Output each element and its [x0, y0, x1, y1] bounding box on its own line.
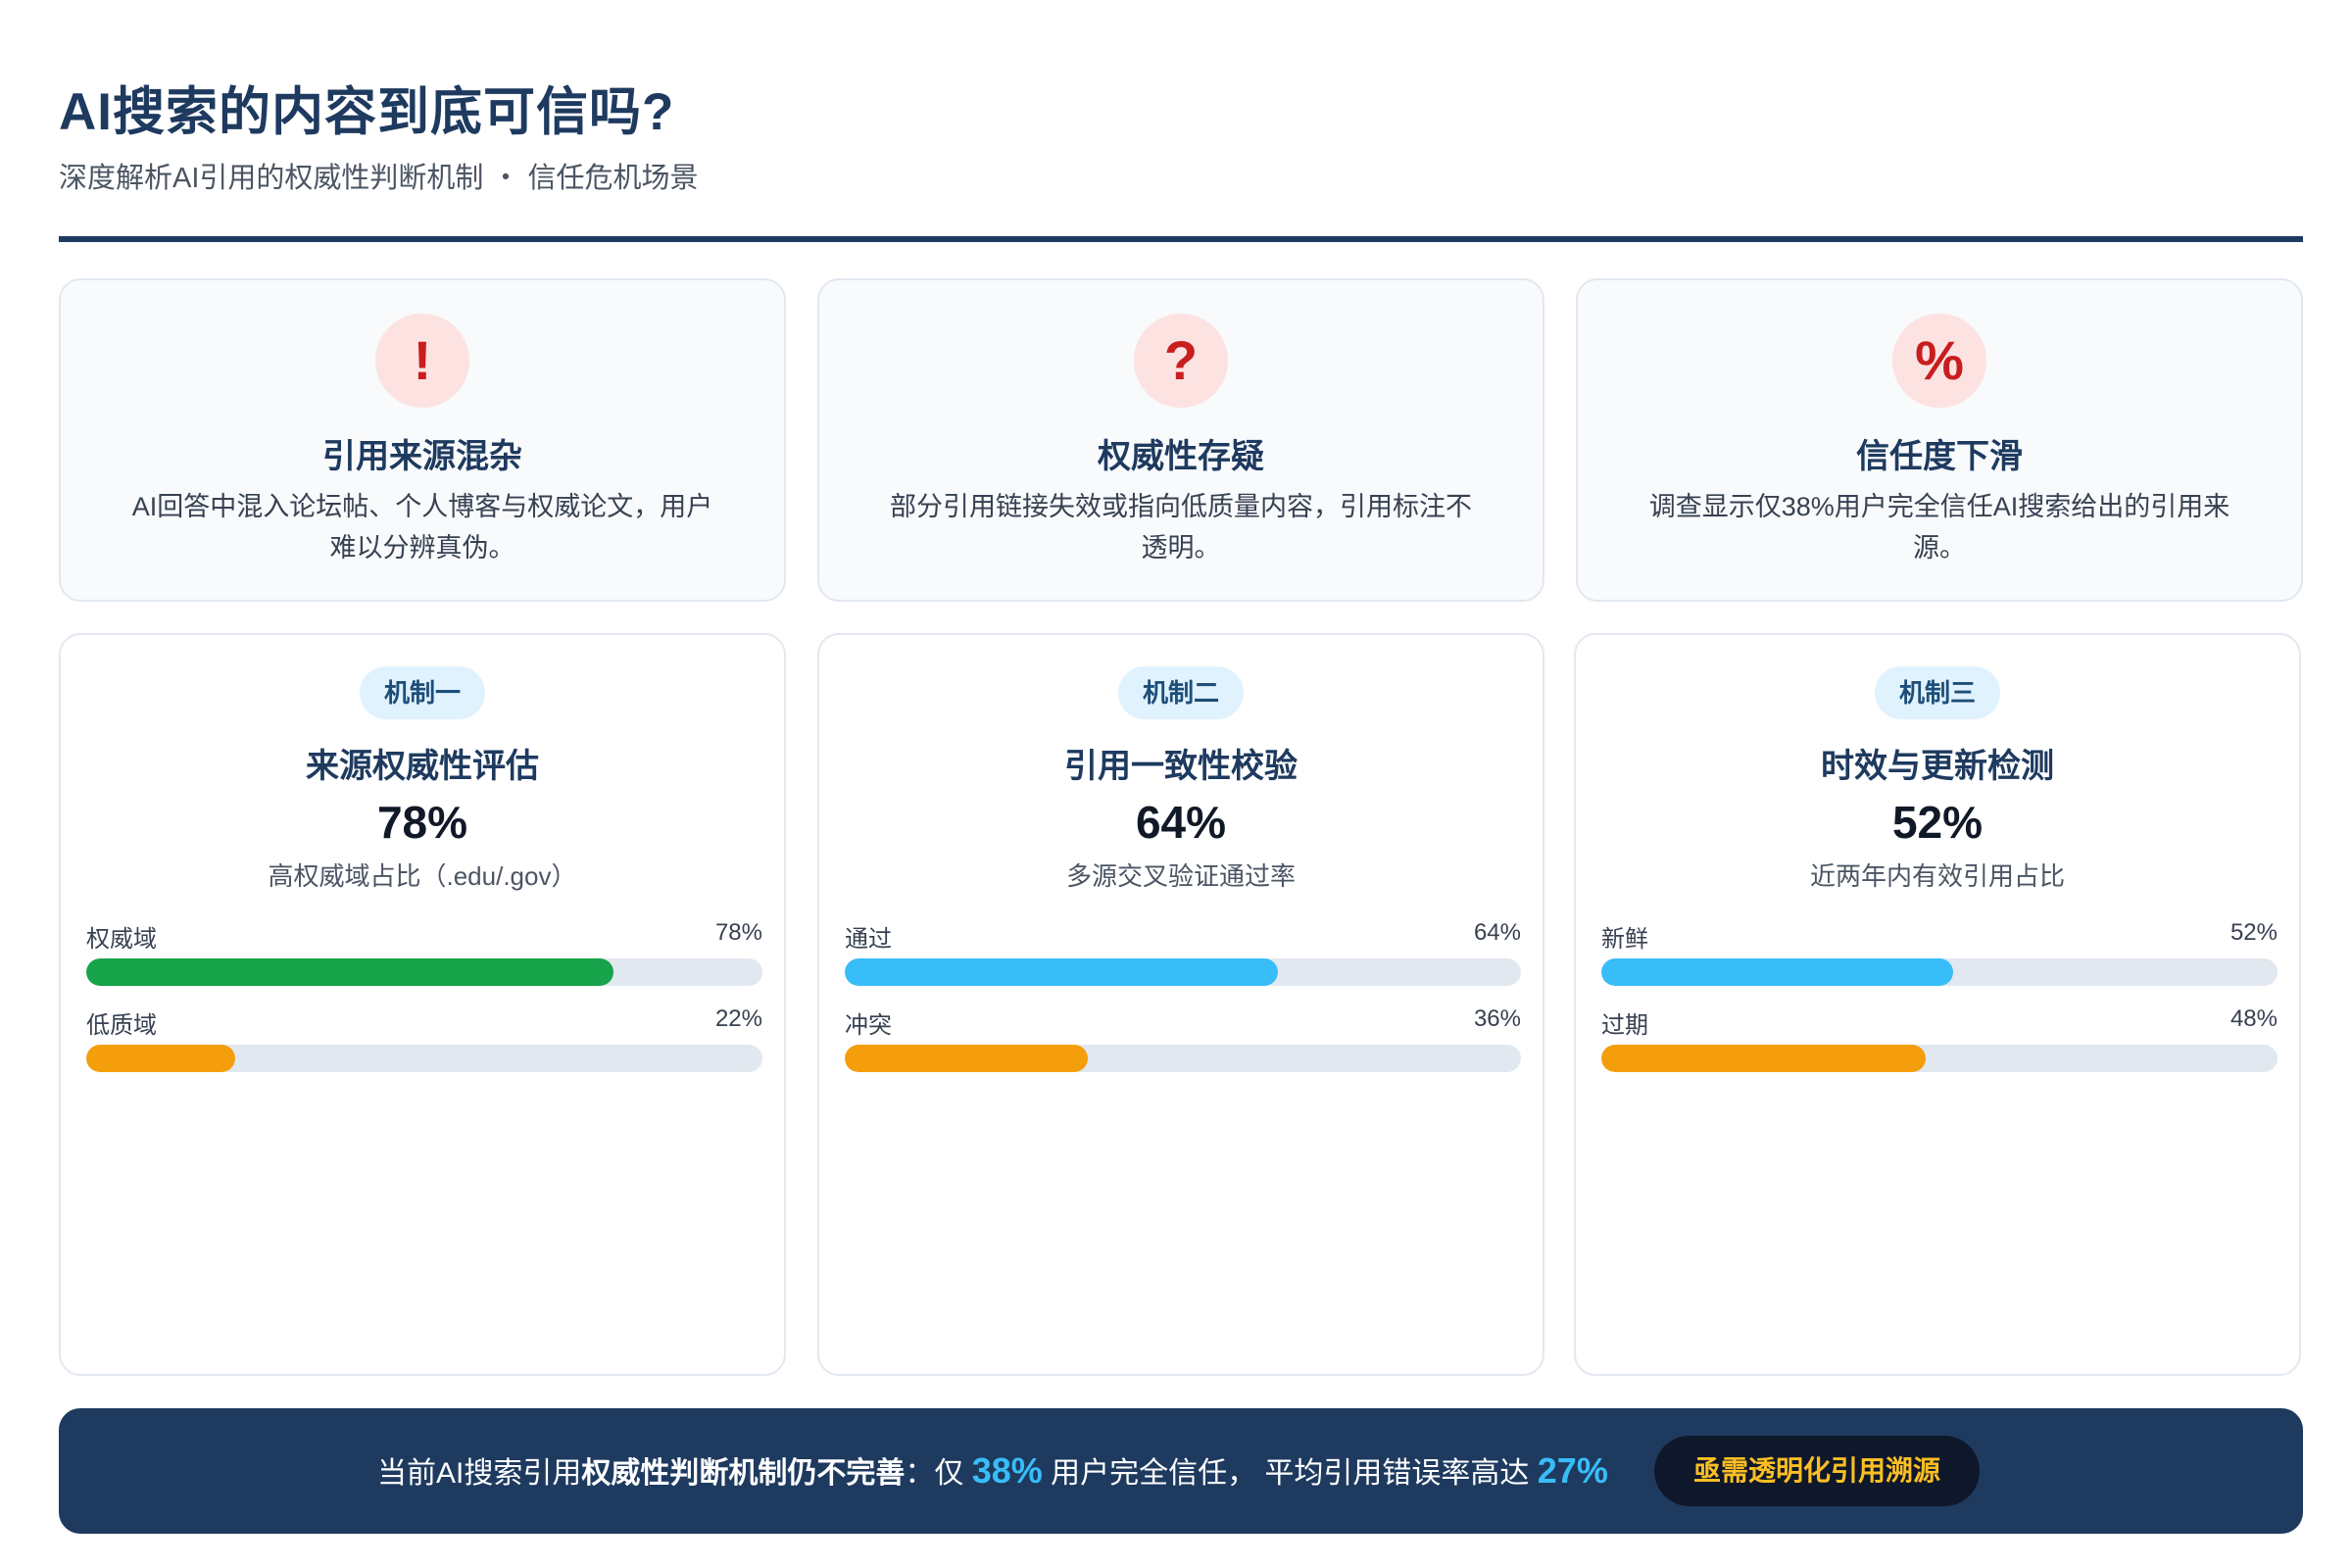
summary-stat-error: 27% [1537, 1450, 1608, 1491]
mechanism-value: 52% [1891, 797, 1984, 848]
progress-fill [86, 1045, 235, 1072]
issue-title: 权威性存疑 [1098, 438, 1264, 475]
issue-card-authority: ? 权威性存疑 部分引用链接失效或指向低质量内容，引用标注不透明。 [817, 278, 1544, 602]
header-divider [59, 236, 2303, 242]
issue-card-sources: ! 引用来源混杂 AI回答中混入论坛帖、个人博客与权威论文，用户难以分辨真伪。 [59, 278, 786, 602]
bar-row: 冲突 36% [845, 1005, 1521, 1074]
issue-desc: 调查显示仅38%用户完全信任AI搜索给出的引用来源。 [1648, 492, 2230, 563]
bar-label: 过期 [1601, 1012, 1648, 1039]
progress-fill [1601, 958, 1953, 986]
summary-mid-1: ：仅 [905, 1457, 972, 1490]
bar-label: 低质域 [86, 1012, 157, 1039]
mechanism-badge: 机制一 [360, 666, 485, 719]
mechanism-card-authority: 机制一 来源权威性评估 78% 高权威域占比（.edu/.gov） 权威域 78… [59, 633, 786, 1376]
mechanism-desc: 高权威域占比（.edu/.gov） [268, 861, 577, 891]
summary-text: 当前AI搜索引用权威性判断机制仍不完善：仅 38% 用户完全信任， 平均引用错误… [377, 1408, 1608, 1534]
trace-source-button[interactable]: 亟需透明化引用溯源 [1654, 1436, 1980, 1506]
mechanism-value: 64% [1135, 797, 1227, 848]
page-title: AI搜索的内容到底可信吗? [59, 83, 675, 141]
bar-percent: 36% [1473, 1005, 1521, 1032]
bar-row: 低质域 22% [86, 1005, 762, 1074]
bar-percent: 22% [714, 1005, 762, 1032]
bar-label: 冲突 [845, 1012, 892, 1039]
bar-row: 过期 48% [1601, 1005, 2278, 1074]
mechanism-title: 时效与更新检测 [1821, 748, 2054, 785]
bar-row: 通过 64% [845, 919, 1521, 988]
page-subtitle: 深度解析AI引用的权威性判断机制 ・ 信任危机场景 [59, 163, 699, 194]
bar-percent: 48% [2230, 1005, 2278, 1032]
progress-fill [845, 1045, 1089, 1072]
mechanism-value: 78% [376, 797, 468, 848]
summary-stat-trust: 38% [971, 1450, 1043, 1491]
issue-title: 信任度下滑 [1856, 438, 2023, 475]
bar-row: 权威域 78% [86, 919, 762, 988]
issue-desc: AI回答中混入论坛帖、个人博客与权威论文，用户难以分辨真伪。 [131, 492, 713, 563]
mechanism-card-consistency: 机制二 引用一致性校验 64% 多源交叉验证通过率 通过 64% 冲突 36% [817, 633, 1544, 1376]
summary-banner: 当前AI搜索引用权威性判断机制仍不完善：仅 38% 用户完全信任， 平均引用错误… [59, 1408, 2303, 1534]
summary-bold: 权威性判断机制仍不完善 [581, 1457, 906, 1490]
bar-label: 权威域 [86, 926, 157, 953]
progress-track [86, 1045, 762, 1072]
bar-percent: 78% [714, 919, 762, 946]
bar-label: 通过 [845, 926, 892, 953]
page: AI搜索的内容到底可信吗? 深度解析AI引用的权威性判断机制 ・ 信任危机场景 … [59, 0, 2303, 1568]
progress-track [86, 958, 762, 986]
progress-track [845, 1045, 1521, 1072]
summary-mid-2: 用户完全信任， 平均引用错误率高达 [1042, 1457, 1538, 1490]
bar-percent: 64% [1473, 919, 1521, 946]
mechanism-desc: 多源交叉验证通过率 [1065, 861, 1296, 891]
progress-track [1601, 1045, 2278, 1072]
percent-icon: % [1892, 314, 1986, 408]
progress-track [1601, 958, 2278, 986]
summary-prefix: 当前AI搜索引用 [377, 1457, 582, 1490]
progress-fill [1601, 1045, 1927, 1072]
issue-card-trust: % 信任度下滑 调查显示仅38%用户完全信任AI搜索给出的引用来源。 [1576, 278, 2303, 602]
mechanism-title: 来源权威性评估 [306, 748, 539, 785]
mechanism-desc: 近两年内有效引用占比 [1809, 861, 2065, 891]
mechanism-badge: 机制二 [1118, 666, 1244, 719]
question-icon: ? [1134, 314, 1228, 408]
bar-row: 新鲜 52% [1601, 919, 2278, 988]
progress-fill [86, 958, 614, 986]
issue-desc: 部分引用链接失效或指向低质量内容，引用标注不透明。 [890, 492, 1472, 563]
progress-track [845, 958, 1521, 986]
progress-fill [845, 958, 1278, 986]
bar-label: 新鲜 [1601, 926, 1648, 953]
issue-title: 引用来源混杂 [322, 438, 522, 475]
bar-percent: 52% [2230, 919, 2278, 946]
mechanism-badge: 机制三 [1875, 666, 2000, 719]
mechanism-card-freshness: 机制三 时效与更新检测 52% 近两年内有效引用占比 新鲜 52% 过期 48% [1574, 633, 2301, 1376]
exclamation-icon: ! [375, 314, 469, 408]
mechanism-title: 引用一致性校验 [1064, 748, 1298, 785]
